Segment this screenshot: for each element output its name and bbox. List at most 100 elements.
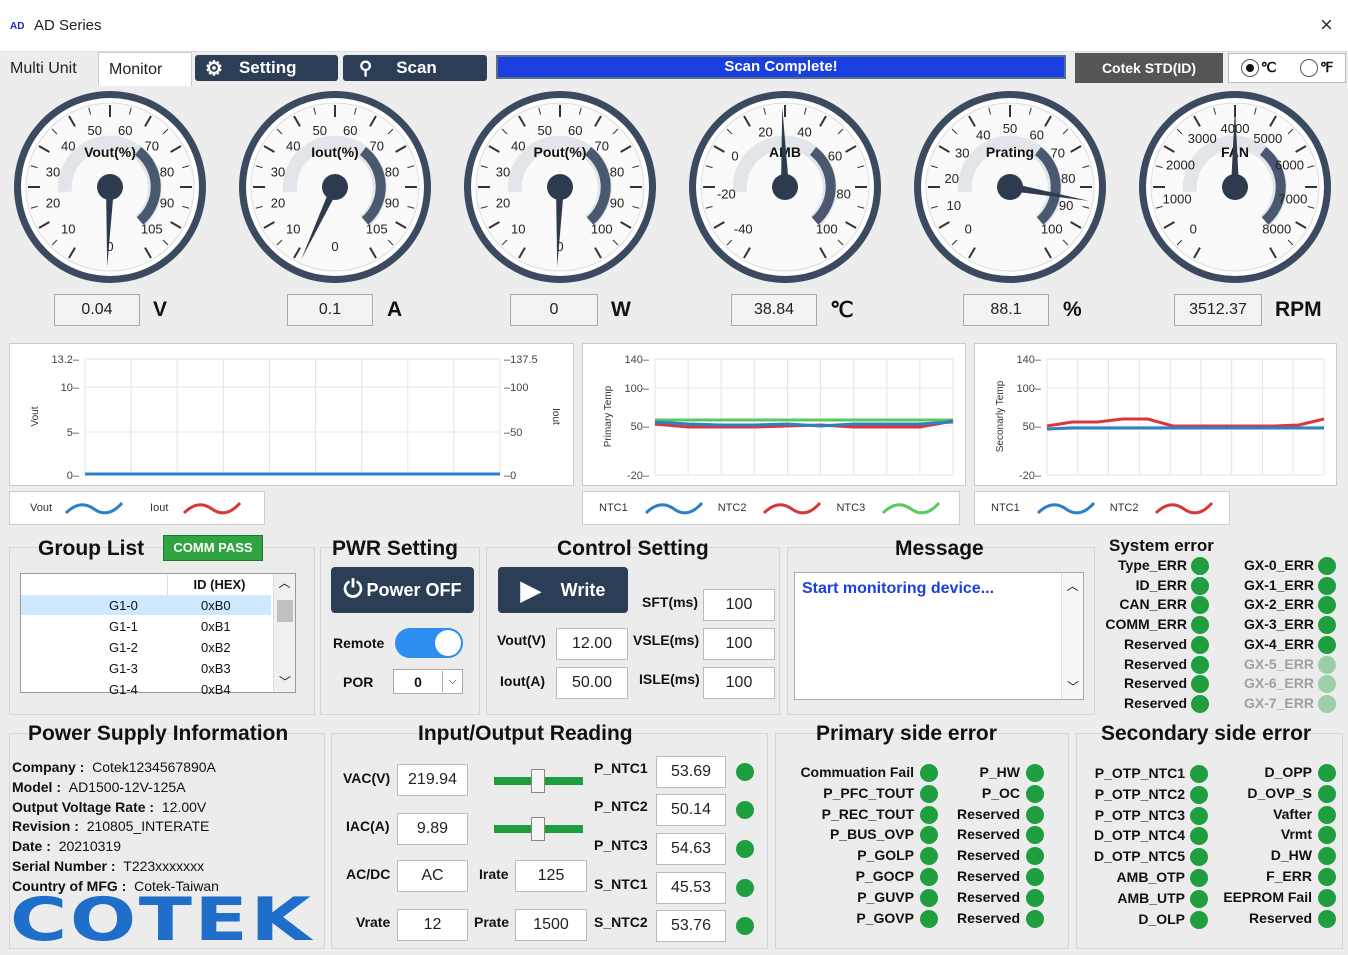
status-led-icon	[736, 840, 754, 858]
gauge-tick-label: 10	[511, 222, 525, 237]
secondary-chart-legend: NTC1 NTC2	[974, 491, 1230, 525]
remote-toggle[interactable]	[395, 628, 463, 658]
gauge-tick-label: 90	[610, 195, 624, 210]
chart-ylabel: Seconarly Temp	[995, 380, 1006, 452]
scan-button[interactable]: ⚲ Scan	[343, 55, 487, 81]
gauge-tick-label: 60	[118, 123, 132, 138]
gauge-tick-label: 70	[144, 138, 158, 153]
group-row[interactable]: G1-3 0xB3	[21, 658, 271, 679]
gauge-tick-label: 40	[797, 124, 811, 139]
group-scrollbar[interactable]: ︿ ﹀	[273, 574, 295, 692]
prate-label: Prate	[474, 914, 510, 930]
title-bar	[0, 0, 1348, 52]
tab-monitor[interactable]: Monitor	[98, 52, 192, 86]
message-box[interactable]: Start monitoring device... ︿ ﹀	[794, 572, 1084, 700]
status-led-icon	[1318, 888, 1336, 907]
chevron-down-icon[interactable]: ⌵	[442, 671, 462, 692]
primary-error-label: P_GOVP	[856, 909, 914, 926]
ntc-value: 45.53	[656, 872, 726, 904]
legend-iout: Iout	[150, 502, 169, 514]
sys-error-label: Reserved	[1123, 655, 1187, 672]
vac-label: VAC(V)	[343, 770, 391, 786]
secondary-error-label: Vafter	[1273, 805, 1312, 822]
group-row[interactable]: G1-1 0xB1	[21, 616, 271, 637]
group-id: 0xB2	[201, 640, 231, 655]
gauge-tick-label: 100	[816, 222, 838, 237]
system-error-title: System error	[1109, 536, 1214, 555]
fan-unit: RPM	[1275, 298, 1322, 321]
ovr-value: 12.00V	[161, 798, 207, 815]
legend-ntc3: NTC3	[836, 502, 866, 514]
primary-error-label: P_OC	[981, 784, 1020, 801]
status-led-icon	[1318, 805, 1336, 824]
chevron-down-icon[interactable]: ﹀	[1062, 678, 1084, 695]
primary-error-label: P_GOCP	[855, 868, 914, 884]
primary-error-label: P_HW	[979, 764, 1020, 780]
prate-value: 1500	[515, 909, 587, 941]
ps-info-title: Power Supply Information	[28, 722, 289, 745]
status-led-icon	[1026, 888, 1044, 907]
gauge-tick-label: 30	[271, 165, 285, 180]
legend-s-ntc2: NTC2	[1109, 502, 1139, 514]
chevron-up-icon[interactable]: ︿	[274, 574, 295, 591]
gauge-tick-label: 90	[385, 195, 399, 210]
chevron-down-icon[interactable]: ﹀	[274, 673, 296, 690]
scroll-thumb[interactable]	[277, 600, 293, 622]
secondary-error-label: P_OTP_NTC3	[1094, 806, 1185, 823]
gauge-tick-label: 20	[46, 195, 60, 210]
close-icon[interactable]: ×	[1320, 12, 1333, 38]
primary-error-label: P_BUS_OVP	[829, 826, 914, 843]
vsle-input[interactable]: 100	[703, 628, 775, 660]
group-row[interactable]: G1-4 0xB4	[21, 679, 271, 700]
legend-s-ntc2-swatch	[1155, 501, 1214, 515]
fahrenheit-radio[interactable]: ℉	[1299, 59, 1333, 78]
write-button[interactable]: ▶ Write	[498, 567, 628, 613]
group-id: 0xB0	[201, 598, 231, 613]
status-led-icon	[1318, 557, 1336, 575]
primary-error-label: P_GOLP	[857, 847, 914, 864]
setting-button[interactable]: ⚙ Setting	[195, 55, 338, 81]
iout-set-label: Iout(A)	[500, 673, 546, 689]
legend-ntc3-swatch	[882, 501, 941, 515]
status-led-icon	[1190, 765, 1208, 783]
chart-y2label: Iout	[550, 408, 561, 425]
chevron-up-icon[interactable]: ︿	[1062, 577, 1083, 594]
message-scrollbar[interactable]: ︿ ﹀	[1061, 573, 1083, 699]
gauge-tick-label: 80	[385, 165, 399, 180]
gauge-tick-label: 90	[1059, 198, 1073, 213]
iout-set-input[interactable]: 50.00	[556, 667, 628, 699]
tab-multi-unit[interactable]: Multi Unit	[0, 52, 87, 86]
acdc-label: AC/DC	[346, 866, 391, 882]
gauge-tick-label: 10	[286, 222, 300, 237]
group-row[interactable]: G1-0 0xB0	[21, 595, 271, 616]
chart-ylabel: Primary Temp	[603, 385, 614, 447]
group-table[interactable]: ID (HEX) G1-0 0xB0 G1-1 0xB1 G1-2 0xB2 G1-3 0xB…	[20, 573, 296, 697]
status-led-icon	[1191, 557, 1209, 575]
group-row[interactable]: G1-2 0xB2	[21, 637, 271, 658]
vsle-label: VSLE(ms)	[633, 632, 700, 648]
vac-slider-thumb[interactable]	[531, 769, 545, 793]
isle-input[interactable]: 100	[703, 667, 775, 699]
por-select[interactable]: 0 ⌵	[393, 669, 463, 694]
status-led-icon	[920, 888, 938, 907]
revision-value: 210805_INTERATE	[86, 818, 210, 835]
gauge-tick-label: 40	[286, 138, 300, 153]
protocol-button[interactable]: Cotek STD(ID)	[1075, 53, 1223, 83]
primary-temp-chart: 140– 100– 50– -20– Primary Temp	[582, 343, 966, 486]
ntc-value: 53.76	[656, 910, 726, 942]
legend-ntc1-swatch	[644, 501, 703, 515]
status-led-icon	[1190, 785, 1208, 804]
status-led-icon	[1318, 616, 1336, 635]
sft-input[interactable]: 100	[703, 589, 775, 621]
status-led-icon	[920, 868, 938, 886]
chart-ytick: 0–	[67, 470, 80, 482]
vout-set-input[interactable]: 12.00	[556, 628, 628, 660]
iac-slider-thumb[interactable]	[531, 817, 545, 841]
gauge-tick-label: 0	[331, 239, 338, 254]
ntc-label: P_NTC3	[594, 837, 648, 853]
power-off-button[interactable]: ⏻ Power OFF	[331, 567, 474, 613]
celsius-radio[interactable]: ℃	[1240, 59, 1276, 78]
secondary-temp-plot: 140– 100– 50– -20– Seconarly Temp	[995, 354, 1325, 482]
ntc-label: S_NTC1	[594, 876, 648, 892]
vrate-value: 12	[397, 909, 468, 941]
